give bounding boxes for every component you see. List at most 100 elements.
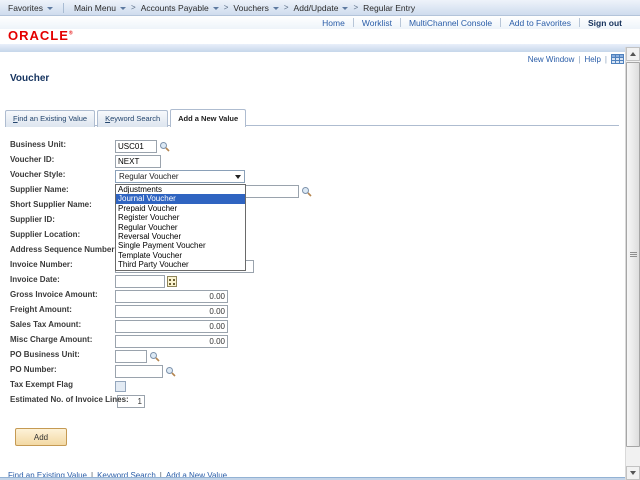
voucher-style-select[interactable]: Regular Voucher [115, 170, 245, 183]
business-unit-input[interactable] [115, 140, 157, 153]
crumb-label: Vouchers [233, 3, 268, 13]
crumb-add-update[interactable]: Add/Update [294, 3, 349, 13]
gross-invoice-amount-label: Gross Invoice Amount: [10, 290, 98, 299]
dropdown-option-reversal-voucher[interactable]: Reversal Voucher [116, 232, 245, 241]
dropdown-option-single-payment-voucher[interactable]: Single Payment Voucher [116, 241, 245, 250]
scrollbar-grip [630, 252, 637, 258]
personalize-grid-icon[interactable] [611, 54, 624, 64]
form-row-voucher-id: Voucher ID: [10, 154, 340, 169]
vertical-scrollbar[interactable] [625, 47, 640, 480]
business-unit-lookup-icon[interactable] [159, 141, 170, 152]
chevron-down-icon [342, 7, 348, 10]
tab-find-an-existing-value[interactable]: Find an Existing Value [5, 110, 95, 127]
tab-keyword-search[interactable]: Keyword Search [97, 110, 168, 127]
dropdown-option-regular-voucher[interactable]: Regular Voucher [116, 223, 245, 232]
voucher-style-dropdown-list: Adjustments Journal Voucher Prepaid Vouc… [115, 184, 246, 271]
invoice-number-label: Invoice Number: [10, 260, 73, 269]
invoice-date-label: Invoice Date: [10, 275, 60, 284]
form-row-po-number: PO Number: [10, 364, 340, 379]
main-menu[interactable]: Main Menu [74, 3, 126, 13]
sign-out-link[interactable]: Sign out [588, 18, 622, 28]
po-business-unit-lookup-icon[interactable] [149, 351, 160, 362]
crumb-accounts-payable[interactable]: Accounts Payable [141, 3, 219, 13]
po-business-unit-input[interactable] [115, 350, 147, 363]
dropdown-option-register-voucher[interactable]: Register Voucher [116, 213, 245, 222]
form-row-business-unit: Business Unit: [10, 139, 340, 154]
po-business-unit-label: PO Business Unit: [10, 350, 80, 359]
breadcrumb-separator: > [131, 3, 136, 12]
new-window-link[interactable]: New Window [528, 55, 575, 64]
dropdown-option-journal-voucher[interactable]: Journal Voucher [116, 194, 245, 203]
sales-tax-amount-input[interactable] [115, 320, 228, 333]
favorites-menu[interactable]: Favorites [8, 3, 53, 13]
chevron-down-icon [120, 7, 126, 10]
chevron-down-icon [47, 7, 53, 10]
dropdown-option-prepaid-voucher[interactable]: Prepaid Voucher [116, 204, 245, 213]
breadcrumb: Favorites Main Menu > Accounts Payable >… [0, 0, 640, 16]
form-row-po-business-unit: PO Business Unit: [10, 349, 340, 364]
page-title: Voucher [10, 73, 49, 84]
voucher-id-input[interactable] [115, 155, 161, 168]
address-sequence-number-label: Address Sequence Number: [10, 245, 117, 254]
divider [353, 18, 354, 27]
scrollbar-thumb[interactable] [626, 62, 640, 447]
divider: | [578, 55, 580, 64]
calendar-icon[interactable] [167, 276, 177, 287]
divider [400, 18, 401, 27]
utility-links: New Window | Help | [528, 54, 624, 64]
po-number-label: PO Number: [10, 365, 57, 374]
crumb-vouchers[interactable]: Vouchers [233, 3, 278, 13]
freight-amount-input[interactable] [115, 305, 228, 318]
scroll-up-button[interactable] [626, 47, 640, 61]
form-row-gross-invoice-amount: Gross Invoice Amount: [10, 289, 340, 304]
po-number-input[interactable] [115, 365, 163, 378]
dropdown-option-third-party-voucher[interactable]: Third Party Voucher [116, 260, 245, 269]
misc-charge-amount-label: Misc Charge Amount: [10, 335, 92, 344]
arrow-up-icon [630, 52, 636, 56]
divider [579, 18, 580, 27]
tab-add-a-new-value[interactable]: Add a New Value [170, 109, 246, 127]
select-dropdown-button[interactable] [232, 171, 244, 182]
gross-invoice-amount-input[interactable] [115, 290, 228, 303]
worklist-link[interactable]: Worklist [362, 18, 392, 28]
supplier-id-label: Supplier ID: [10, 215, 55, 224]
divider [500, 18, 501, 27]
invoice-date-input[interactable] [115, 275, 165, 288]
chevron-down-icon [235, 175, 241, 179]
dropdown-option-adjustments[interactable]: Adjustments [116, 185, 245, 194]
po-number-lookup-icon[interactable] [165, 366, 176, 377]
help-link[interactable]: Help [584, 55, 600, 64]
misc-charge-amount-input[interactable] [115, 335, 228, 348]
tax-exempt-checkbox[interactable] [115, 381, 126, 392]
add-to-favorites-link[interactable]: Add to Favorites [509, 18, 571, 28]
dropdown-option-template-voucher[interactable]: Template Voucher [116, 251, 245, 260]
form-row-misc-charge-amount: Misc Charge Amount: [10, 334, 340, 349]
header-band [0, 44, 640, 52]
oracle-logo: ORACLE® [8, 28, 74, 43]
breadcrumb-separator: > [353, 3, 358, 12]
supplier-name-label: Supplier Name: [10, 185, 69, 194]
crumb-label: Regular Entry [363, 3, 415, 13]
voucher-style-selected-value: Regular Voucher [116, 172, 232, 181]
chevron-down-icon [273, 7, 279, 10]
form-row-freight-amount: Freight Amount: [10, 304, 340, 319]
tab-bar: Find an Existing Value Keyword Search Ad… [5, 109, 248, 127]
registered-mark: ® [69, 31, 74, 37]
add-button[interactable]: Add [15, 428, 67, 446]
divider [63, 3, 64, 13]
home-link[interactable]: Home [322, 18, 345, 28]
scroll-down-button[interactable] [626, 466, 640, 480]
freight-amount-label: Freight Amount: [10, 305, 72, 314]
multichannel-console-link[interactable]: MultiChannel Console [409, 18, 492, 28]
sales-tax-amount-label: Sales Tax Amount: [10, 320, 81, 329]
form-row-voucher-style: Voucher Style: Regular Voucher [10, 169, 340, 184]
header-links-bar: Home Worklist MultiChannel Console Add t… [0, 16, 640, 29]
main-menu-label: Main Menu [74, 3, 116, 13]
business-unit-label: Business Unit: [10, 140, 66, 149]
chevron-down-icon [213, 7, 219, 10]
form-row-estimated-invoice-lines: Estimated No. of Invoice Lines: [10, 394, 340, 409]
supplier-name-lookup-icon[interactable] [301, 186, 312, 197]
voucher-style-label: Voucher Style: [10, 170, 65, 179]
crumb-regular-entry[interactable]: Regular Entry [363, 3, 415, 13]
voucher-form: Business Unit: Voucher ID: Voucher Style… [10, 139, 340, 409]
